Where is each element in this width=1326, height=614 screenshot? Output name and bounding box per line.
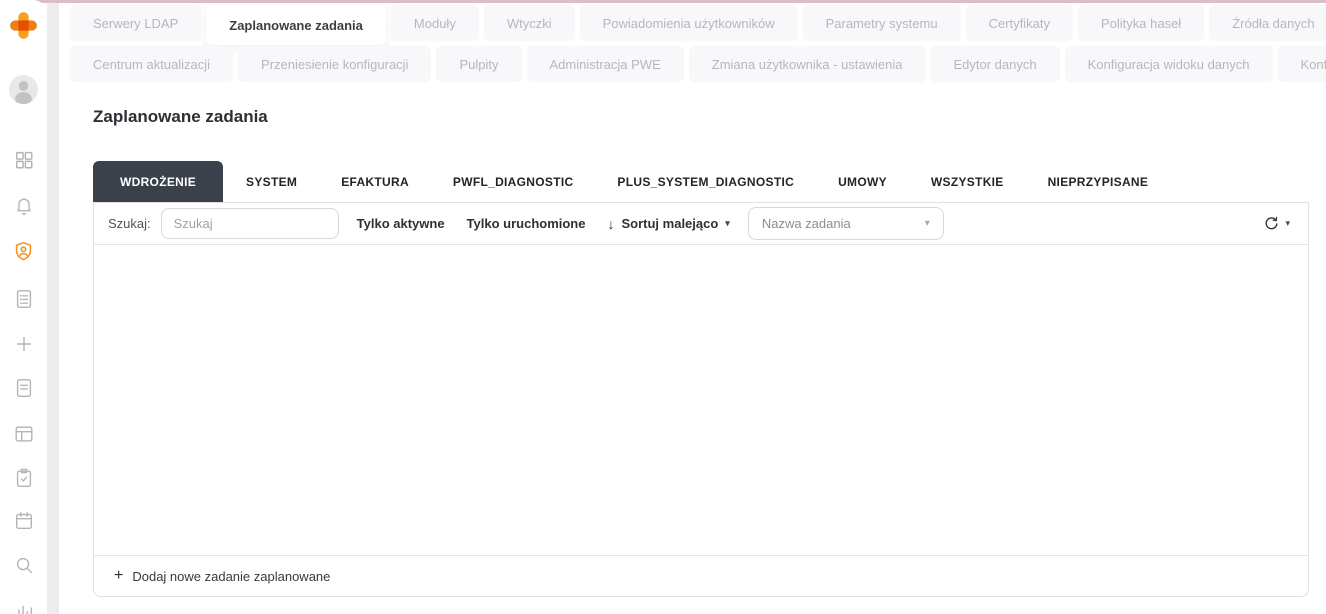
task-name-select-value: Nazwa zadania — [761, 216, 851, 231]
refresh-caret-icon: ▾ — [1285, 218, 1290, 228]
nav-tab-administracja-pwe[interactable]: Administracja PWE — [526, 46, 684, 82]
nav-tab-zmiana-uzytkownika-ustawienia[interactable]: Zmiana użytkownika - ustawienia — [688, 46, 926, 82]
filter-toolbar: Szukaj: Tylko aktywne Tylko uruchomione … — [94, 203, 1308, 245]
top-nav-row-1: Serwery LDAP Zaplanowane zadania Moduły … — [70, 5, 1326, 45]
clipboard-check-icon[interactable] — [11, 465, 36, 490]
user-avatar[interactable] — [8, 74, 39, 105]
task-tab-system[interactable]: SYSTEM — [225, 161, 318, 202]
caret-down-icon: ▾ — [725, 218, 730, 228]
notifications-bell-icon[interactable] — [11, 193, 36, 218]
only-active-toggle[interactable]: Tylko aktywne — [357, 216, 445, 231]
apps-grid-icon[interactable] — [11, 147, 36, 172]
sidebar — [0, 0, 47, 614]
nav-tab-edytor-danych[interactable]: Edytor danych — [930, 46, 1060, 82]
app-logo — [8, 10, 39, 41]
nav-tab-centrum-aktualizacji[interactable]: Centrum aktualizacji — [70, 46, 234, 82]
sort-order-button[interactable]: ↓ Sortuj malejąco ▾ — [607, 216, 729, 232]
sidebar-gutter — [47, 0, 59, 614]
task-name-select[interactable]: Nazwa zadania ▾ — [747, 207, 944, 240]
nav-tab-wtyczki[interactable]: Wtyczki — [483, 5, 575, 41]
nav-tab-pulpity[interactable]: Pulpity — [436, 46, 522, 82]
nav-tab-parametry-systemu[interactable]: Parametry systemu — [802, 5, 961, 41]
nav-tab-powiadomienia-uzytkownikow[interactable]: Powiadomienia użytkowników — [579, 5, 798, 41]
top-accent-strip — [28, 0, 1326, 3]
task-tab-wdrozenie[interactable]: WDROŻENIE — [93, 161, 224, 202]
bar-chart-icon[interactable] — [11, 596, 36, 614]
add-task-button[interactable]: + Dodaj nowe zadanie zaplanowane — [114, 568, 330, 584]
plus-icon: + — [114, 567, 124, 584]
refresh-icon — [1266, 216, 1279, 230]
layout-table-icon[interactable] — [11, 421, 36, 446]
arrow-down-icon: ↓ — [607, 215, 615, 232]
nav-tab-przeniesienie-konfiguracji[interactable]: Przeniesienie konfiguracji — [238, 46, 432, 82]
refresh-button[interactable]: ▾ — [1259, 211, 1294, 236]
nav-tab-certyfikaty[interactable]: Certyfikaty — [965, 5, 1073, 41]
task-tab-pwfl-diagnostic[interactable]: PWFL_DIAGNOSTIC — [432, 161, 595, 202]
app-window: Serwery LDAP Zaplanowane zadania Moduły … — [0, 0, 1326, 614]
document-tasks-icon[interactable] — [11, 286, 36, 311]
nav-tab-zaplanowane-zadania[interactable]: Zaplanowane zadania — [206, 5, 386, 45]
panel-footer: + Dodaj nowe zadanie zaplanowane — [94, 555, 1308, 596]
calendar-icon[interactable] — [11, 508, 36, 533]
sort-order-label: Sortuj malejąco — [621, 216, 719, 231]
nav-tab-serwery-ldap[interactable]: Serwery LDAP — [70, 5, 202, 41]
task-list-empty-area — [94, 245, 1308, 555]
search-icon[interactable] — [11, 552, 36, 577]
nav-tab-moduly[interactable]: Moduły — [390, 5, 479, 41]
select-caret-icon: ▾ — [924, 218, 930, 229]
search-label: Szukaj: — [108, 216, 151, 231]
add-plus-icon[interactable] — [11, 331, 36, 356]
task-list-panel: Szukaj: Tylko aktywne Tylko uruchomione … — [93, 202, 1309, 597]
task-tab-plus-system-diagnostic[interactable]: PLUS_SYSTEM_DIAGNOSTIC — [596, 161, 815, 202]
top-nav-row-2: Centrum aktualizacji Przeniesienie konfi… — [70, 46, 1326, 82]
page-title: Zaplanowane zadania — [93, 107, 268, 126]
task-category-tabs: WDROŻENIE SYSTEM EFAKTURA PWFL_DIAGNOSTI… — [93, 161, 1169, 202]
task-tab-efaktura[interactable]: EFAKTURA — [320, 161, 430, 202]
task-tab-wszystkie[interactable]: WSZYSTKIE — [910, 161, 1025, 202]
document-icon[interactable] — [11, 375, 36, 400]
nav-tab-zrodla-danych[interactable]: Źródła danych — [1209, 5, 1326, 41]
add-task-label: Dodaj nowe zadanie zaplanowane — [132, 568, 331, 584]
security-shield-user-icon[interactable] — [11, 239, 36, 264]
search-input[interactable] — [160, 208, 339, 239]
only-running-toggle[interactable]: Tylko uruchomione — [467, 216, 586, 231]
task-tab-nieprzypisane[interactable]: NIEPRZYPISANE — [1027, 161, 1170, 202]
task-tab-umowy[interactable]: UMOWY — [817, 161, 908, 202]
nav-tab-polityka-hasel[interactable]: Polityka haseł — [1077, 5, 1205, 41]
nav-tab-konfiguracja-widoku-danych[interactable]: Konfiguracja widoku danych — [1064, 46, 1273, 82]
nav-tab-konfiguracja-wtyczek[interactable]: Konfiguracja wtyczek — [1277, 46, 1326, 82]
